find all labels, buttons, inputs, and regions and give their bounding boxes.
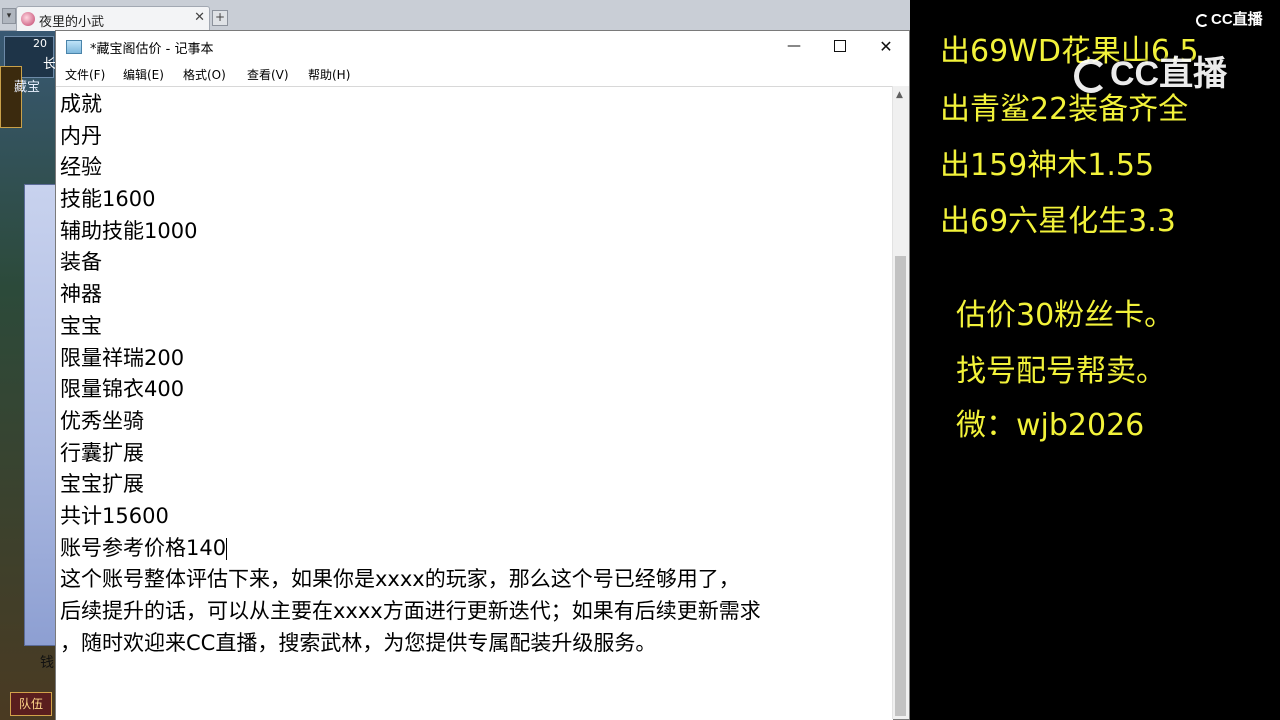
team-button[interactable]: 队伍 xyxy=(10,692,52,716)
cc-logo-icon xyxy=(1196,13,1209,27)
overlay-bottom-line: 估价30粉丝卡。 xyxy=(956,298,1175,333)
overlay-bottom-line: 微：wjb2026 xyxy=(956,408,1145,443)
avatar-icon xyxy=(21,12,35,26)
stream-overlay: CC直播 出69WD花果山6.5 出青鲨22装备齐全 出159神木1.55 出6… xyxy=(910,0,1280,720)
text-line: 宝宝扩展 xyxy=(60,472,144,497)
menu-view[interactable]: 查看(V) xyxy=(247,66,289,83)
game-label: 钱 xyxy=(40,655,54,671)
window-title: *藏宝阁估价 - 记事本 xyxy=(90,42,214,57)
text-line: ，随时欢迎来CC直播，搜索武林，为您提供专属配装升级服务。 xyxy=(60,630,657,655)
overlay-top-line: 出69六星化生3.3 xyxy=(940,204,1176,239)
game-label: 藏宝 xyxy=(14,80,41,95)
scroll-thumb[interactable] xyxy=(895,256,906,716)
text-line: 辅助技能1000 xyxy=(60,218,198,243)
tab-list-dropdown-icon[interactable]: ▾ xyxy=(2,8,16,24)
text-line: 优秀坐骑 xyxy=(60,408,144,433)
cc-watermark: CC直播 xyxy=(1074,46,1227,95)
tab-title: 夜里的小武 xyxy=(39,15,105,30)
cc-logo-text: CC直播 xyxy=(1211,11,1263,28)
overlay-top-line: 出159神木1.55 xyxy=(940,148,1155,183)
tab-close-icon[interactable]: ✕ xyxy=(194,10,205,25)
text-line: 限量祥瑞200 xyxy=(60,345,185,370)
maximize-icon xyxy=(834,40,846,52)
text-line: 神器 xyxy=(60,282,102,307)
text-line-with-caret: 账号参考价格140 xyxy=(60,533,761,565)
menu-format[interactable]: 格式(O) xyxy=(183,66,226,83)
text-line: 账号参考价格140 xyxy=(60,535,227,560)
menu-bar: 文件(F) 编辑(E) 格式(O) 查看(V) 帮助(H) xyxy=(56,62,909,86)
browser-tab-strip: ▾ 夜里的小武 ✕ + xyxy=(0,0,910,31)
text-line: 成就 xyxy=(60,92,102,116)
scroll-up-arrow-icon[interactable]: ▲ xyxy=(896,90,903,100)
close-button[interactable]: ✕ xyxy=(863,31,909,62)
menu-help[interactable]: 帮助(H) xyxy=(308,66,350,83)
editor-content[interactable]: 成就 内丹 经验 技能1600 辅助技能1000 装备 神器 宝宝 限量祥瑞20… xyxy=(60,89,761,659)
text-line: 限量锦衣400 xyxy=(60,377,185,402)
new-tab-button[interactable]: + xyxy=(212,10,228,26)
text-line: 经验 xyxy=(60,155,102,180)
menu-file[interactable]: 文件(F) xyxy=(65,66,105,83)
text-line: 行囊扩展 xyxy=(60,440,144,465)
vertical-scrollbar[interactable]: ▲ xyxy=(892,86,909,719)
cc-watermark-text: CC直播 xyxy=(1110,55,1228,93)
text-caret xyxy=(226,537,228,560)
cc-watermark-icon xyxy=(1074,59,1108,94)
text-line: 装备 xyxy=(60,250,102,275)
text-line: 技能1600 xyxy=(60,187,156,212)
text-line: 宝宝 xyxy=(60,313,102,338)
text-editor[interactable]: 成就 内丹 经验 技能1600 辅助技能1000 装备 神器 宝宝 限量祥瑞20… xyxy=(56,86,893,720)
overlay-bottom-line: 找号配号帮卖。 xyxy=(956,354,1166,389)
text-line: 内丹 xyxy=(60,123,102,148)
browser-tab[interactable]: 夜里的小武 ✕ xyxy=(16,6,210,31)
notepad-icon xyxy=(66,40,82,54)
text-line: 这个账号整体评估下来，如果你是xxxx的玩家，那么这个号已经够用了， xyxy=(60,567,740,592)
text-line: 后续提升的话，可以从主要在xxxx方面进行更新迭代；如果有后续更新需求 xyxy=(60,599,761,623)
game-label: 20 xyxy=(33,37,47,50)
maximize-button[interactable] xyxy=(817,31,863,62)
title-bar[interactable]: *藏宝阁估价 - 记事本 — ✕ xyxy=(56,31,909,62)
minimize-button[interactable]: — xyxy=(771,31,817,62)
text-line: 共计15600 xyxy=(60,503,169,528)
notepad-window: *藏宝阁估价 - 记事本 — ✕ 文件(F) 编辑(E) 格式(O) 查看(V)… xyxy=(55,30,910,720)
menu-edit[interactable]: 编辑(E) xyxy=(123,66,164,83)
cc-logo: CC直播 xyxy=(1196,8,1263,29)
